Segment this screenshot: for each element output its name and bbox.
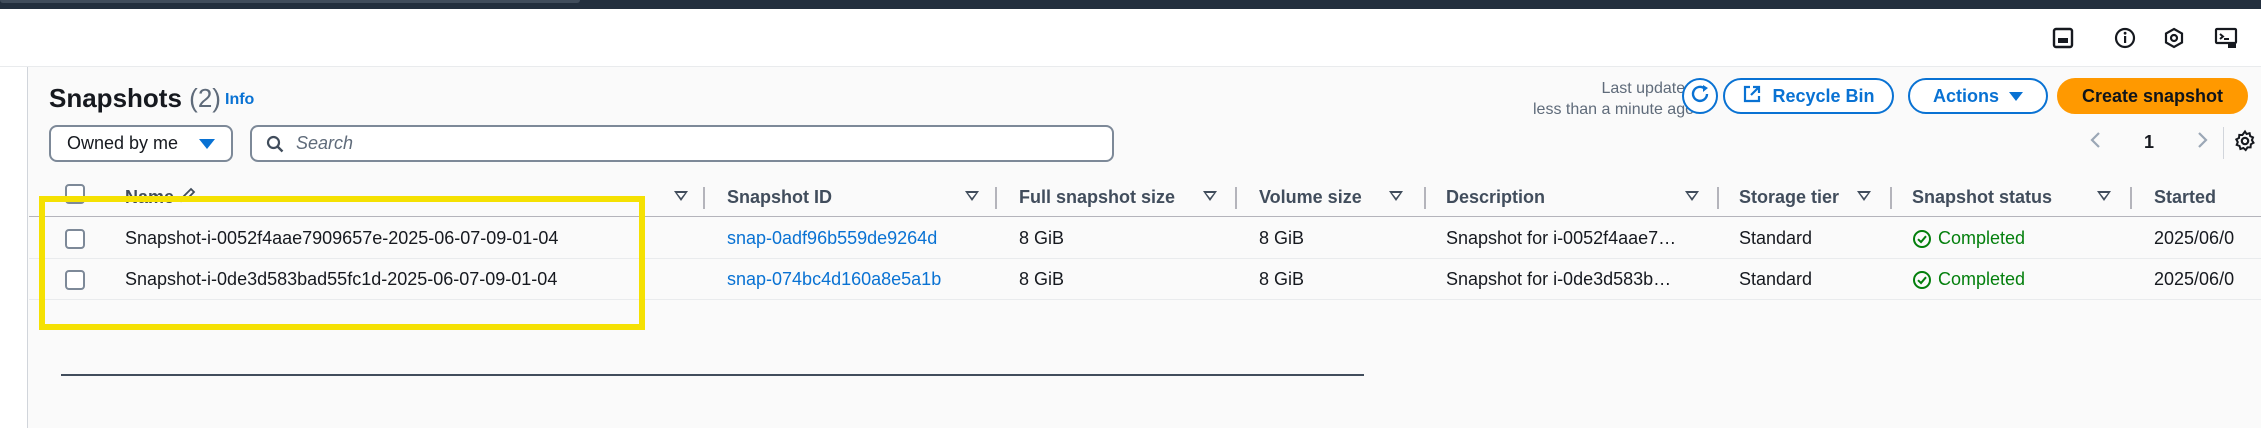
sort-icon[interactable] (1203, 191, 1217, 201)
refresh-button[interactable] (1682, 78, 1718, 114)
column-header-description[interactable]: Description (1446, 177, 1545, 217)
column-header-snapshot-id[interactable]: Snapshot ID (727, 177, 832, 217)
column-divider (995, 187, 997, 209)
caret-down-icon (2009, 86, 2023, 107)
full-snapshot-size: 8 GiB (1019, 228, 1065, 248)
pagination: 1 (2089, 127, 2209, 157)
actions-label: Actions (1932, 85, 1999, 106)
last-updated-value: less than a minute ago (1533, 101, 1694, 118)
description: Snapshot for i-0de3d583b… (1446, 269, 1672, 289)
full-snapshot-size: 8 GiB (1019, 269, 1065, 289)
pagination-divider (2223, 127, 2224, 159)
current-page-number[interactable]: 1 (2144, 132, 2154, 153)
snapshot-id-link[interactable]: snap-074bc4d160a8e5a1b (727, 259, 941, 300)
description: Snapshot for i-0052f4aae7… (1446, 228, 1677, 248)
sort-icon[interactable] (965, 191, 979, 201)
info-link[interactable]: Info (225, 91, 254, 109)
check-circle-icon (1912, 229, 1932, 249)
check-circle-icon (1912, 270, 1932, 290)
started-date: 2025/06/0 (2154, 269, 2235, 289)
owner-filter-select[interactable]: Owned by me (49, 125, 233, 162)
sort-icon[interactable] (2097, 191, 2111, 201)
sort-icon[interactable] (1685, 191, 1699, 201)
storage-tier: Standard (1739, 269, 1813, 289)
top-navigation-bar (0, 0, 2261, 9)
column-divider (703, 187, 705, 209)
snapshot-status: Completed (1912, 218, 2025, 259)
previous-page-icon[interactable] (2089, 131, 2101, 154)
recycle-bin-button[interactable]: Recycle Bin (1723, 78, 1894, 114)
status-text: Completed (1938, 269, 2026, 289)
recycle-bin-label: Recycle Bin (1772, 85, 1875, 106)
actions-button[interactable]: Actions (1908, 78, 2048, 114)
external-link-icon (1742, 84, 1762, 109)
create-snapshot-button[interactable]: Create snapshot (2057, 78, 2248, 114)
gear-icon (2233, 129, 2257, 158)
volume-size: 8 GiB (1259, 269, 1305, 289)
next-page-icon[interactable] (2197, 131, 2209, 154)
last-updated: Last updated less than a minute ago (1479, 78, 1694, 120)
caret-down-icon (199, 139, 215, 149)
column-divider (1890, 187, 1892, 209)
search-icon (266, 135, 284, 158)
snapshot-status: Completed (1912, 259, 2025, 300)
status-text: Completed (1938, 228, 2026, 248)
column-header-snapshot-status[interactable]: Snapshot status (1912, 177, 2052, 217)
split-panel-icon[interactable] (2050, 25, 2076, 51)
snapshot-id-link[interactable]: snap-0adf96b559de9264d (727, 218, 937, 259)
search-box[interactable] (250, 125, 1114, 162)
search-input[interactable] (296, 133, 1076, 154)
highlight-box (39, 196, 645, 330)
utility-bar (0, 9, 2261, 67)
owner-filter-value: Owned by me (67, 133, 179, 153)
horizontal-scrollbar[interactable] (61, 374, 1364, 376)
sort-icon[interactable] (1857, 191, 1871, 201)
hexagon-settings-icon[interactable] (2161, 25, 2187, 51)
started-date: 2025/06/0 (2154, 228, 2235, 248)
volume-size: 8 GiB (1259, 228, 1305, 248)
column-header-full-snapshot-size[interactable]: Full snapshot size (1019, 177, 1175, 217)
storage-tier: Standard (1739, 228, 1813, 248)
column-divider (1235, 187, 1237, 209)
sort-icon[interactable] (674, 191, 688, 201)
refresh-icon (1689, 83, 1711, 110)
browser-tab-strip (0, 0, 580, 3)
column-divider (1424, 187, 1426, 209)
sort-icon[interactable] (1389, 191, 1403, 201)
page-title: Snapshots (2) (49, 83, 221, 114)
page-title-text: Snapshots (49, 83, 182, 113)
table-preferences-button[interactable] (2231, 129, 2259, 157)
snapshot-count: (2) (189, 83, 221, 113)
column-header-started[interactable]: Started (2154, 177, 2216, 217)
column-divider (1717, 187, 1719, 209)
snapshots-container: Snapshots (2) Info Last updated less tha… (29, 67, 2261, 428)
cloudshell-icon[interactable] (2213, 25, 2239, 51)
column-header-volume-size[interactable]: Volume size (1259, 177, 1362, 217)
side-navigation-rail (0, 67, 28, 428)
info-circle-icon[interactable] (2112, 25, 2138, 51)
column-header-storage-tier[interactable]: Storage tier (1739, 177, 1839, 217)
last-updated-label: Last updated (1601, 80, 1694, 97)
column-divider (2130, 187, 2132, 209)
